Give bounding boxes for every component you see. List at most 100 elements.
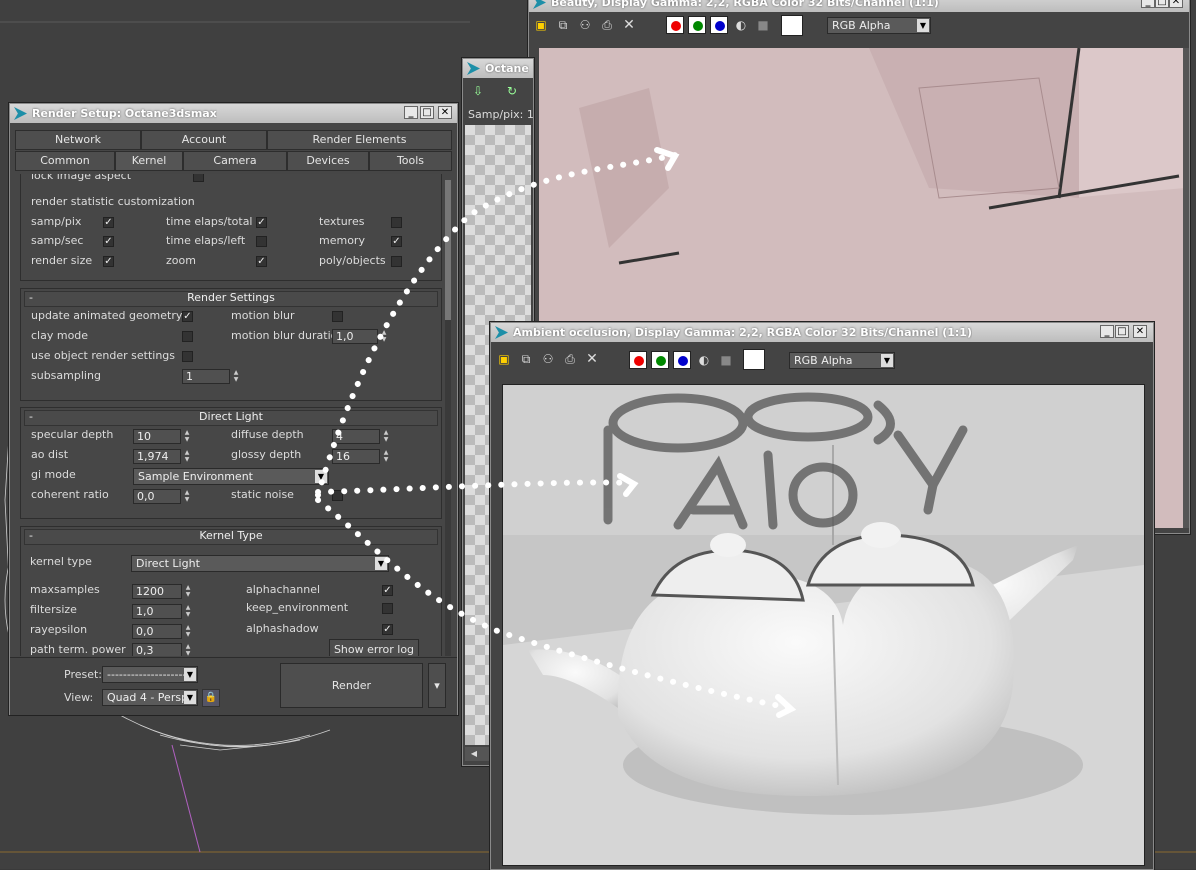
render-setup-window[interactable]: Render Setup: Octane3dsmax _ □ ✕ Network… <box>9 103 458 715</box>
close-icon[interactable]: ✕ <box>438 106 452 119</box>
minimize-icon[interactable]: _ <box>404 106 418 119</box>
kernel-type-select[interactable]: Direct Light ▼ <box>131 555 389 572</box>
clone-icon[interactable]: ⚇ <box>578 18 592 32</box>
specular-depth-spinner[interactable]: 10 ▲ ▼ <box>133 429 189 444</box>
motion-blur-duration-spinner[interactable]: 1,0 ▲ ▼ <box>332 329 386 344</box>
filtersize-spinner[interactable]: 1,0 ▲ ▼ <box>132 604 190 619</box>
render-setup-titlebar[interactable]: Render Setup: Octane3dsmax _ □ ✕ <box>10 104 457 123</box>
kernel-type-rollout[interactable]: - Kernel Type <box>24 529 438 545</box>
stat-checkbox-time-elaps-total[interactable]: ✓ <box>256 217 267 228</box>
glossy-depth-spinner[interactable]: 16 ▲ ▼ <box>332 449 388 464</box>
export-icon[interactable]: ⇩ <box>471 84 485 98</box>
tab-kernel[interactable]: Kernel <box>115 151 183 171</box>
spinner-arrows-icon[interactable]: ▲ ▼ <box>182 429 192 444</box>
clone-icon[interactable]: ⚇ <box>541 352 555 366</box>
alpha-icon[interactable]: ■ <box>719 353 733 367</box>
motion-blur-checkbox[interactable] <box>332 311 343 322</box>
path-term-power-spinner[interactable]: 0,3 ▲ ▼ <box>132 643 190 656</box>
maxsamples-spinner[interactable]: 1200 ▲ ▼ <box>132 584 190 599</box>
render-button[interactable]: Render <box>280 663 423 708</box>
kernel-scrollbar-thumb[interactable] <box>445 180 451 320</box>
beauty-scrollbar[interactable] <box>1183 48 1189 528</box>
diffuse-depth-spinner[interactable]: 4 ▲ ▼ <box>332 429 388 444</box>
clear-icon[interactable]: ✕ <box>585 352 599 366</box>
refresh-icon[interactable]: ↻ <box>505 84 519 98</box>
copy-icon[interactable]: ⧉ <box>519 352 533 366</box>
static-noise-checkbox[interactable] <box>332 490 343 501</box>
scroll-left-icon[interactable]: ◀ <box>467 747 481 761</box>
stat-checkbox-samp-pix[interactable]: ✓ <box>103 217 114 228</box>
lock-icon[interactable]: 🔒 <box>202 689 220 707</box>
maximize-icon[interactable]: □ <box>1115 325 1129 338</box>
mono-icon[interactable]: ◐ <box>697 353 711 367</box>
spinner-arrows-icon[interactable]: ▲ ▼ <box>183 624 193 639</box>
red-channel-icon[interactable] <box>629 351 647 369</box>
tab-account[interactable]: Account <box>141 130 267 150</box>
ao-titlebar[interactable]: Ambient occlusion, Display Gamma: 2,2, R… <box>491 323 1153 342</box>
octane-titlebar[interactable]: Octane <box>463 59 533 78</box>
stat-checkbox-memory[interactable]: ✓ <box>391 236 402 247</box>
direct-light-rollout[interactable]: - Direct Light <box>24 410 438 426</box>
coherent-ratio-spinner[interactable]: 0,0 ▲ ▼ <box>133 489 189 504</box>
beauty-titlebar[interactable]: Beauty, Display Gamma: 2,2, RGBA Color 3… <box>529 0 1189 12</box>
blue-channel-icon[interactable] <box>710 16 728 34</box>
spinner-arrows-icon[interactable]: ▲ ▼ <box>183 584 193 599</box>
tab-network[interactable]: Network <box>15 130 141 150</box>
color-swatch[interactable] <box>743 349 765 370</box>
lock-image-aspect-checkbox[interactable] <box>193 174 204 182</box>
print-icon[interactable]: ⎙ <box>600 18 614 32</box>
stat-checkbox-render-size[interactable]: ✓ <box>103 256 114 267</box>
keep-environment-checkbox[interactable] <box>382 603 393 614</box>
view-select[interactable]: Quad 4 - Perspe ▼ <box>102 689 198 706</box>
stat-checkbox-time-elaps-left[interactable] <box>256 236 267 247</box>
stat-checkbox-poly-objects[interactable] <box>391 256 402 267</box>
subsampling-spinner[interactable]: 1 ▲ ▼ <box>182 369 238 384</box>
ao-channel-select[interactable]: RGB Alpha ▼ <box>789 352 895 369</box>
copy-icon[interactable]: ⧉ <box>556 18 570 32</box>
tab-devices[interactable]: Devices <box>287 151 369 171</box>
spinner-arrows-icon[interactable]: ▲ ▼ <box>183 643 193 656</box>
maximize-icon[interactable]: □ <box>1155 0 1169 8</box>
mono-icon[interactable]: ◐ <box>734 18 748 32</box>
kernel-scrollbar[interactable] <box>445 180 451 656</box>
minimize-icon[interactable]: _ <box>1100 325 1114 338</box>
tab-common[interactable]: Common <box>15 151 115 171</box>
spinner-arrows-icon[interactable]: ▲ ▼ <box>183 604 193 619</box>
kernel-scroll-area[interactable]: lock image aspect render statistic custo… <box>10 174 457 656</box>
alpha-icon[interactable]: ■ <box>756 18 770 32</box>
tab-render-elements[interactable]: Render Elements <box>267 130 452 150</box>
save-icon[interactable]: ▣ <box>497 352 511 366</box>
green-channel-icon[interactable] <box>651 351 669 369</box>
spinner-arrows-icon[interactable]: ▲ ▼ <box>182 449 192 464</box>
color-swatch[interactable] <box>781 15 803 36</box>
stat-checkbox-zoom[interactable]: ✓ <box>256 256 267 267</box>
green-channel-icon[interactable] <box>688 16 706 34</box>
close-icon[interactable]: ✕ <box>1133 325 1147 338</box>
use-object-render-settings-checkbox[interactable] <box>182 351 193 362</box>
gi-mode-select[interactable]: Sample Environment ▼ <box>133 468 329 485</box>
close-icon[interactable]: ✕ <box>1169 0 1183 8</box>
stat-checkbox-textures[interactable] <box>391 217 402 228</box>
update-animated-geometry-checkbox[interactable]: ✓ <box>182 311 193 322</box>
print-icon[interactable]: ⎙ <box>563 352 577 366</box>
clear-icon[interactable]: ✕ <box>622 18 636 32</box>
clay-mode-checkbox[interactable] <box>182 331 193 342</box>
blue-channel-icon[interactable] <box>673 351 691 369</box>
render-dropdown-button[interactable]: ▾ <box>428 663 446 708</box>
alphashadow-checkbox[interactable]: ✓ <box>382 624 393 635</box>
maximize-icon[interactable]: □ <box>420 106 434 119</box>
beauty-channel-select[interactable]: RGB Alpha ▼ <box>827 17 931 34</box>
minimize-icon[interactable]: _ <box>1141 0 1155 8</box>
spinner-arrows-icon[interactable]: ▲ ▼ <box>182 489 192 504</box>
ao-dist-spinner[interactable]: 1,974 ▲ ▼ <box>133 449 189 464</box>
preset-select[interactable]: -------------------- ▼ <box>102 666 198 683</box>
tab-tools[interactable]: Tools <box>369 151 452 171</box>
alphachannel-checkbox[interactable]: ✓ <box>382 585 393 596</box>
tab-camera[interactable]: Camera <box>183 151 287 171</box>
spinner-arrows-icon[interactable]: ▲ ▼ <box>381 429 391 444</box>
spinner-arrows-icon[interactable]: ▲ ▼ <box>379 329 389 344</box>
spinner-arrows-icon[interactable]: ▲ ▼ <box>231 369 241 384</box>
ao-window[interactable]: Ambient occlusion, Display Gamma: 2,2, R… <box>490 322 1154 870</box>
spinner-arrows-icon[interactable]: ▲ ▼ <box>381 449 391 464</box>
rayepsilon-spinner[interactable]: 0,0 ▲ ▼ <box>132 624 190 639</box>
